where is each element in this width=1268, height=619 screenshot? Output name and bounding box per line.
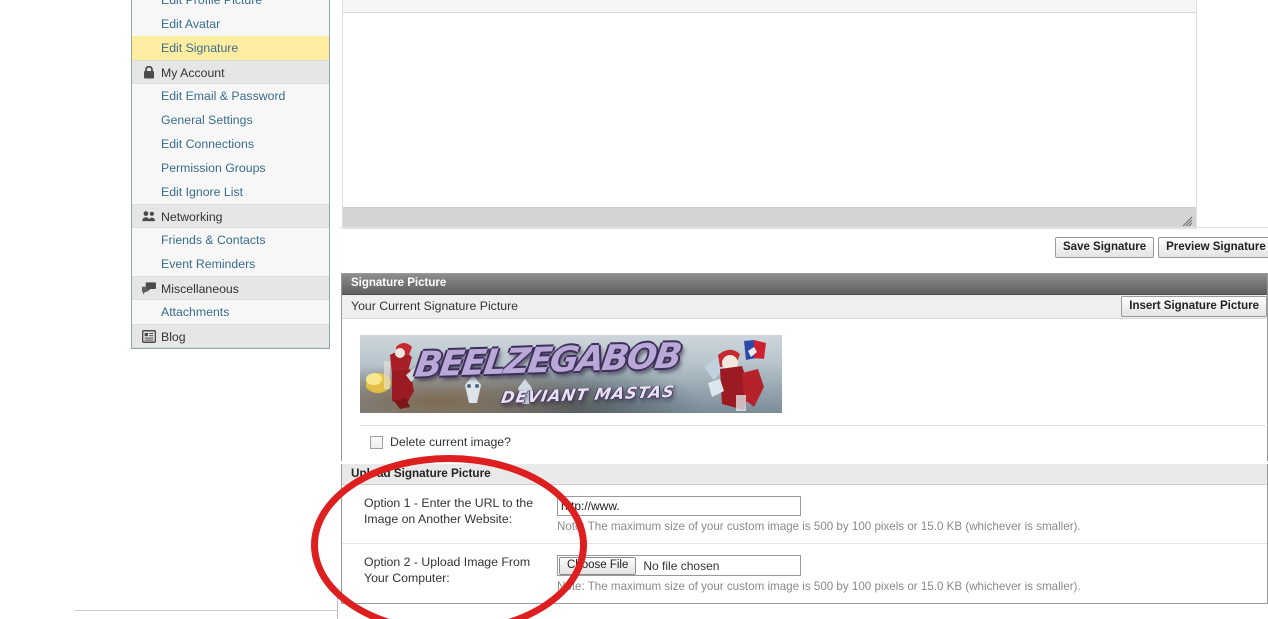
signature-picture-panel: Signature Picture Your Current Signature… [341, 273, 1268, 461]
sidebar-item-label: My Account [161, 66, 225, 80]
sidebar-item-edit-signature[interactable]: Edit Signature [132, 36, 329, 60]
option-2-field: Choose File No file chosen Note: The max… [557, 555, 1267, 593]
footer-rule [75, 610, 337, 611]
lock-icon [142, 65, 156, 79]
settings-sidebar: Edit Profile Picture Edit Avatar Edit Sign… [131, 0, 330, 349]
sidebar-item-label: Blog [161, 330, 186, 344]
preview-signature-button[interactable]: Preview Signature [1158, 237, 1268, 258]
editor-footer [343, 207, 1196, 228]
signature-editor: Font Size B I U A ▤ ≡ ☍ [342, 0, 1197, 229]
sidebar-item-miscellaneous[interactable]: Miscellaneous [132, 276, 329, 300]
character-right-icon [704, 340, 766, 411]
blog-icon [142, 329, 156, 343]
sidebar-item-my-account[interactable]: My Account [132, 60, 329, 84]
editor-toolbar: Font Size B I U A ▤ ≡ ☍ [343, 0, 1196, 13]
sidebar-item-label: Friends & Contacts [161, 233, 266, 247]
option-1-row: Option 1 - Enter the URL to the Image on… [342, 485, 1267, 543]
horizontal-rule [339, 227, 1268, 228]
sidebar-item-attachments[interactable]: Attachments [132, 300, 329, 324]
sidebar-item-edit-ignore-list[interactable]: Edit Ignore List [132, 180, 329, 204]
delete-current-image-row[interactable]: Delete current image? [360, 426, 1267, 461]
sidebar-item-label: Permission Groups [161, 161, 266, 175]
signature-action-buttons: Save Signature Preview Signature [338, 237, 1268, 258]
sidebar-item-edit-avatar[interactable]: Edit Avatar [132, 12, 329, 36]
editor-text-area[interactable] [343, 13, 1196, 207]
save-signature-button[interactable]: Save Signature [1055, 237, 1155, 258]
sidebar-item-label: Networking [161, 210, 223, 224]
resize-grip-icon[interactable] [1181, 214, 1193, 227]
choose-file-button[interactable]: Choose File [559, 556, 637, 575]
sidebar-item-label: Edit Connections [161, 137, 254, 151]
users-icon [142, 209, 156, 223]
sidebar-item-general-settings[interactable]: General Settings [132, 108, 329, 132]
file-upload-control[interactable]: Choose File No file chosen [557, 555, 801, 576]
upload-signature-picture-panel: Upload Signature Picture Option 1 - Ente… [341, 464, 1268, 604]
delete-current-image-checkbox[interactable] [370, 435, 383, 449]
sidebar-item-label: Edit Profile Picture [161, 0, 263, 7]
sidebar-item-networking[interactable]: Networking [132, 204, 329, 228]
option-1-note: Note: The maximum size of your custom im… [557, 520, 1081, 533]
option-2-note: Note: The maximum size of your custom im… [557, 580, 1081, 593]
main-content: Font Size B I U A ▤ ≡ ☍ [338, 0, 1268, 619]
option-1-field: Note: The maximum size of your custom im… [557, 496, 1267, 533]
sidebar-item-edit-profile-picture[interactable]: Edit Profile Picture [132, 0, 329, 12]
sidebar-item-label: Miscellaneous [161, 282, 239, 296]
panel-title: Signature Picture [342, 274, 1267, 295]
speech-bubbles-icon [142, 281, 156, 295]
image-url-input[interactable] [557, 496, 801, 516]
subhead-label: Your Current Signature Picture [351, 299, 519, 313]
insert-signature-picture-button[interactable]: Insert Signature Picture [1121, 296, 1267, 317]
sidebar-item-event-reminders[interactable]: Event Reminders [132, 252, 329, 276]
upload-panel-title: Upload Signature Picture [342, 464, 1267, 485]
signature-main-text: BEELZEGABOB [412, 336, 683, 386]
vertical-separator [337, 592, 338, 619]
option-2-row: Option 2 - Upload Image From Your Comput… [342, 543, 1267, 603]
sidebar-item-label: Event Reminders [161, 257, 256, 271]
sidebar-item-friends-contacts[interactable]: Friends & Contacts [132, 228, 329, 252]
sidebar-item-label: Edit Email & Password [161, 89, 286, 103]
delete-current-image-label: Delete current image? [390, 435, 511, 449]
option-2-label: Option 2 - Upload Image From Your Comput… [364, 555, 531, 585]
sidebar-item-label: Edit Ignore List [161, 185, 244, 199]
sidebar-item-label: Attachments [161, 305, 230, 319]
current-signature-image-area: BEELZEGABOB DEVIANT MASTAS Delete curren… [342, 319, 1268, 461]
sidebar-item-label: Edit Signature [161, 41, 239, 55]
sidebar-item-edit-email-password[interactable]: Edit Email & Password [132, 84, 329, 108]
sidebar-item-label: Edit Avatar [161, 17, 221, 31]
option-1-label: Option 1 - Enter the URL to the Image on… [364, 496, 534, 526]
page-root: Edit Profile Picture Edit Avatar Edit Sign… [0, 0, 1268, 619]
sidebar-item-permission-groups[interactable]: Permission Groups [132, 156, 329, 180]
sidebar-item-label: General Settings [161, 113, 253, 127]
sidebar-item-blog[interactable]: Blog [132, 324, 329, 348]
file-status-label: No file chosen [643, 558, 720, 573]
signature-image: BEELZEGABOB DEVIANT MASTAS [360, 335, 782, 413]
sidebar-item-edit-connections[interactable]: Edit Connections [132, 132, 329, 156]
